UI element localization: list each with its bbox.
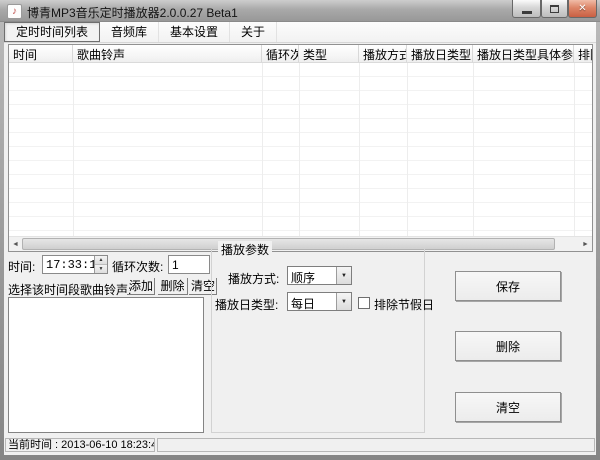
table-body-empty[interactable] bbox=[9, 63, 592, 236]
time-spin-buttons: ▲ ▼ bbox=[94, 256, 107, 273]
col-header-loop-count[interactable]: 循环次数 bbox=[262, 45, 299, 62]
loop-count-input[interactable] bbox=[168, 255, 210, 274]
play-mode-select[interactable]: 顺序 ▼ bbox=[287, 266, 352, 285]
col-header-song[interactable]: 歌曲铃声 bbox=[73, 45, 262, 62]
table-header: 时间 歌曲铃声 循环次数 类型 播放方式 播放日类型 播放日类型具体参数 排除节… bbox=[9, 45, 592, 63]
exclude-holiday-label: 排除节假日 bbox=[374, 298, 435, 312]
tab-about[interactable]: 关于 bbox=[230, 22, 278, 42]
tab-bar: 定时时间列表 音频库 基本设置 关于 bbox=[4, 22, 596, 43]
col-header-type[interactable]: 类型 bbox=[299, 45, 359, 62]
day-type-value: 每日 bbox=[291, 297, 316, 310]
col-header-day-type-params[interactable]: 播放日类型具体参数 bbox=[473, 45, 574, 62]
loop-count-label: 循环次数: bbox=[112, 260, 164, 274]
scroll-left-icon[interactable]: ◄ bbox=[9, 237, 22, 251]
chevron-down-icon[interactable]: ▼ bbox=[336, 293, 351, 310]
column-divider bbox=[299, 63, 300, 236]
column-divider bbox=[407, 63, 408, 236]
group-title: 播放参数 bbox=[218, 241, 273, 258]
col-header-exclude-holiday[interactable]: 排除节假日 bbox=[574, 45, 592, 62]
time-spinner: ▲ ▼ bbox=[42, 255, 108, 274]
status-panel-empty bbox=[157, 438, 595, 452]
title-bar: ♪ 博青MP3音乐定时播放器2.0.0.27 Beta1 ✕ bbox=[0, 0, 600, 22]
minimize-icon bbox=[521, 10, 532, 14]
exclude-holiday-checkbox[interactable] bbox=[358, 297, 370, 309]
spin-down-icon[interactable]: ▼ bbox=[95, 264, 107, 273]
tab-audio-library[interactable]: 音频库 bbox=[100, 22, 160, 42]
clear-button[interactable]: 清空 bbox=[455, 392, 561, 422]
tab-basic-settings[interactable]: 基本设置 bbox=[159, 22, 231, 42]
time-label: 时间: bbox=[8, 260, 36, 274]
app-window: ♪ 博青MP3音乐定时播放器2.0.0.27 Beta1 ✕ 定时时间列表 音频… bbox=[0, 0, 600, 460]
minimize-button[interactable] bbox=[512, 0, 541, 18]
close-icon: ✕ bbox=[578, 3, 587, 14]
delete-song-button[interactable]: 删除 bbox=[158, 278, 188, 295]
column-divider bbox=[73, 63, 74, 236]
maximize-button[interactable] bbox=[541, 0, 568, 18]
scroll-right-icon[interactable]: ► bbox=[579, 237, 592, 251]
play-params-group: 播放参数 播放方式: 顺序 ▼ 播放日类型: 每日 ▼ 排除节假日 bbox=[211, 241, 434, 433]
time-input[interactable] bbox=[43, 256, 94, 273]
day-type-label: 播放日类型: bbox=[215, 298, 279, 312]
tab-timer-list[interactable]: 定时时间列表 bbox=[4, 22, 101, 42]
col-header-time[interactable]: 时间 bbox=[9, 45, 73, 62]
close-button[interactable]: ✕ bbox=[568, 0, 597, 18]
column-divider bbox=[574, 63, 575, 236]
column-divider bbox=[262, 63, 263, 236]
window-title: 博青MP3音乐定时播放器2.0.0.27 Beta1 bbox=[27, 6, 238, 20]
play-mode-label: 播放方式: bbox=[228, 272, 280, 286]
status-bar: 当前时间 : 2013-06-10 18:23:44 bbox=[4, 437, 596, 453]
spin-up-icon[interactable]: ▲ bbox=[95, 256, 107, 264]
maximize-icon bbox=[550, 4, 559, 13]
schedule-table: 时间 歌曲铃声 循环次数 类型 播放方式 播放日类型 播放日类型具体参数 排除节… bbox=[8, 44, 593, 252]
delete-button[interactable]: 删除 bbox=[455, 331, 561, 361]
column-divider bbox=[473, 63, 474, 236]
day-type-select[interactable]: 每日 ▼ bbox=[287, 292, 352, 311]
column-divider bbox=[359, 63, 360, 236]
play-mode-value: 顺序 bbox=[291, 271, 316, 284]
select-song-label: 选择该时间段歌曲铃声: bbox=[8, 283, 132, 297]
song-listbox[interactable] bbox=[8, 297, 204, 433]
current-time-status: 当前时间 : 2013-06-10 18:23:44 bbox=[5, 438, 155, 452]
chevron-down-icon[interactable]: ▼ bbox=[336, 267, 351, 284]
save-button[interactable]: 保存 bbox=[455, 271, 561, 301]
add-song-button[interactable]: 添加 bbox=[127, 278, 155, 295]
col-header-play-mode[interactable]: 播放方式 bbox=[359, 45, 407, 62]
col-header-day-type[interactable]: 播放日类型 bbox=[407, 45, 473, 62]
app-icon: ♪ bbox=[7, 4, 22, 19]
